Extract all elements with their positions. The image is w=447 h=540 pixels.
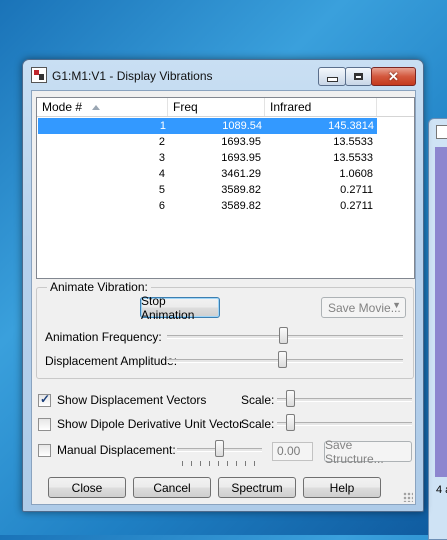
save-movie-button[interactable]: Save Movie... ▼ <box>321 297 406 318</box>
displacement-scale-slider[interactable] <box>277 389 412 409</box>
dipole-scale-slider[interactable] <box>277 413 412 433</box>
freq-cell: 3589.82 <box>221 184 261 196</box>
mode-cell: 3 <box>158 152 165 164</box>
slider-ticks <box>182 461 258 466</box>
animate-vibration-group: Animate Vibration: Stop Animation Save M… <box>36 280 414 379</box>
infrared-cell: 13.5533 <box>333 152 373 164</box>
displacement-amplitude-label: Displacement Amplitude: <box>45 354 178 368</box>
slider-thumb[interactable] <box>279 327 288 344</box>
freq-cell: 1693.95 <box>221 136 261 148</box>
background-window-icon <box>436 125 447 139</box>
column-header-mode[interactable]: Mode # <box>37 98 168 116</box>
slider-thumb[interactable] <box>286 390 295 407</box>
animation-frequency-label: Animation Frequency: <box>45 330 162 344</box>
show-displacement-vectors-checkbox[interactable] <box>38 392 51 407</box>
infrared-cell: 0.2711 <box>340 184 373 196</box>
infrared-cell: 1.0608 <box>339 168 373 180</box>
table-row[interactable]: 1 1089.54 145.3814 <box>38 118 377 134</box>
mode-cell: 4 <box>158 168 165 180</box>
scale-label: Scale: <box>241 393 275 407</box>
title-bar[interactable]: G1:M1:V1 - Display Vibrations ✕ <box>23 60 423 90</box>
column-header-infrared[interactable]: Infrared <box>265 98 377 116</box>
save-structure-button[interactable]: Save Structure... <box>324 438 412 466</box>
cancel-button[interactable]: Cancel <box>133 477 211 498</box>
column-header-freq[interactable]: Freq <box>168 98 265 116</box>
resize-grip[interactable] <box>403 492 413 502</box>
displacement-amplitude-slider[interactable] <box>167 350 403 370</box>
mode-cell: 6 <box>158 200 165 212</box>
table-row[interactable]: 5 3589.82 0.2711 <box>37 182 414 198</box>
close-window-button[interactable]: ✕ <box>371 67 416 86</box>
slider-thumb[interactable] <box>278 351 287 368</box>
maximize-icon <box>354 73 363 80</box>
manual-displacement-value[interactable]: 0.00 <box>272 442 313 461</box>
animation-frequency-slider[interactable] <box>167 326 403 346</box>
infrared-cell: 0.2711 <box>340 200 373 212</box>
mode-cell: 1 <box>159 120 166 132</box>
table-row[interactable]: 3 1693.95 13.5533 <box>37 150 414 166</box>
gaussview-app-icon <box>31 67 47 83</box>
display-vibrations-window: G1:M1:V1 - Display Vibrations ✕ Mode # F… <box>22 59 424 512</box>
slider-thumb[interactable] <box>286 414 295 431</box>
show-dipole-derivative-label: Show Dipole Derivative Unit Vector <box>57 417 244 431</box>
close-icon: ✕ <box>388 69 399 84</box>
freq-cell: 3589.82 <box>221 200 261 212</box>
freq-cell: 1089.54 <box>222 120 262 132</box>
dropdown-arrow-icon: ▼ <box>392 300 401 310</box>
minimize-button[interactable] <box>318 67 346 86</box>
table-row[interactable]: 4 3461.29 1.0608 <box>37 166 414 182</box>
slider-thumb[interactable] <box>215 440 224 457</box>
manual-displacement-checkbox[interactable] <box>38 444 51 457</box>
window-title: G1:M1:V1 - Display Vibrations <box>52 69 213 83</box>
manual-displacement-slider[interactable] <box>177 439 262 459</box>
animate-vibration-label: Animate Vibration: <box>47 280 151 294</box>
scale-label: Scale: <box>241 417 275 431</box>
infrared-cell: 145.3814 <box>328 120 374 132</box>
table-row[interactable]: 2 1693.95 13.5533 <box>37 134 414 150</box>
dialog-client-area: Mode # Freq Infrared 1 1089.54 145.3814 … <box>31 90 416 505</box>
mode-cell: 2 <box>158 136 165 148</box>
manual-displacement-label: Manual Displacement: <box>57 443 176 457</box>
sort-ascending-icon <box>92 105 101 111</box>
table-row[interactable]: 6 3589.82 0.2711 <box>37 198 414 214</box>
table-header: Mode # Freq Infrared <box>37 98 414 117</box>
show-displacement-vectors-label: Show Displacement Vectors <box>57 393 207 407</box>
close-button[interactable]: Close <box>48 477 126 498</box>
stop-animation-button[interactable]: Stop Animation <box>140 294 220 322</box>
mode-cell: 5 <box>158 184 165 196</box>
maximize-button[interactable] <box>345 67 372 86</box>
minimize-icon <box>326 77 338 82</box>
freq-cell: 1693.95 <box>221 152 261 164</box>
background-window-text: 4 a <box>436 484 447 496</box>
show-dipole-derivative-checkbox[interactable] <box>38 418 51 431</box>
help-button[interactable]: Help <box>303 477 381 498</box>
infrared-cell: 13.5533 <box>333 136 373 148</box>
freq-cell: 3461.29 <box>221 168 261 180</box>
vibrations-table[interactable]: Mode # Freq Infrared 1 1089.54 145.3814 … <box>36 97 415 279</box>
background-window[interactable]: 4 a <box>428 118 447 540</box>
spectrum-button[interactable]: Spectrum <box>218 477 296 498</box>
background-window-content <box>435 147 447 477</box>
